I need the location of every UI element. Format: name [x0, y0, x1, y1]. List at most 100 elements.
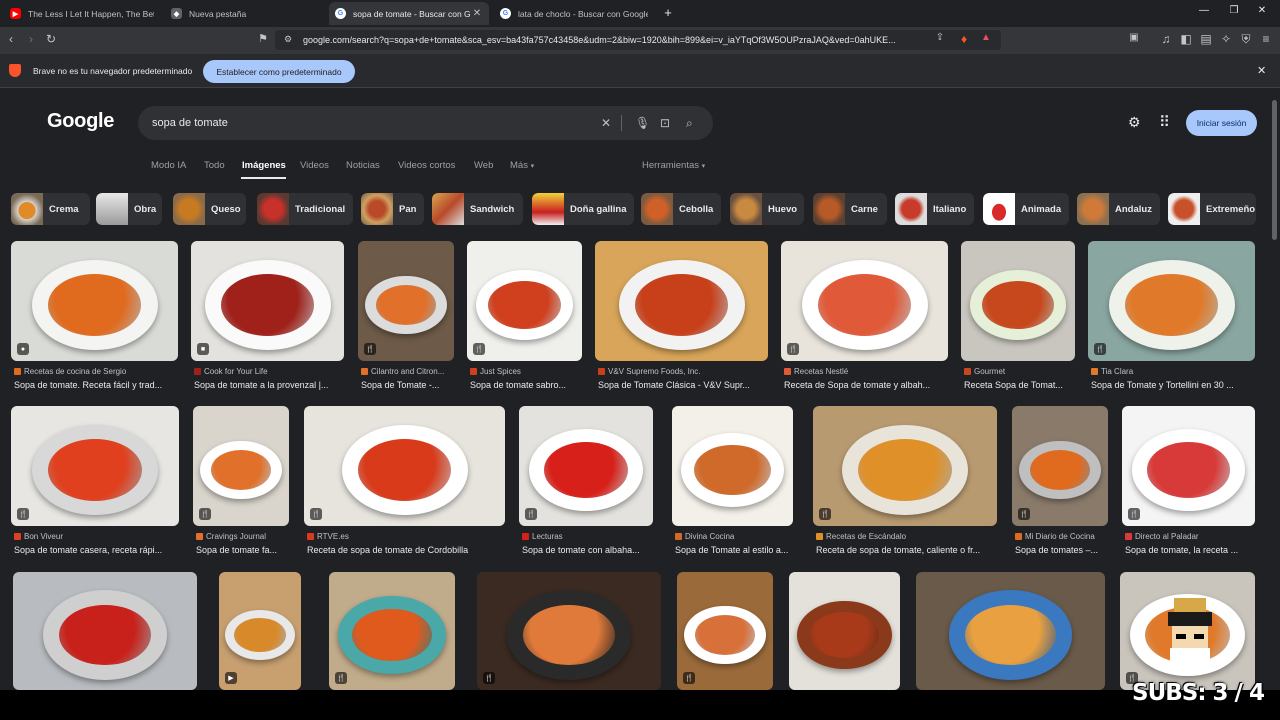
- apps-grid-icon[interactable]: ⠿: [1159, 113, 1170, 131]
- vpn-icon[interactable]: ⛨: [1238, 32, 1254, 47]
- result-thumbnail[interactable]: 🍴: [1012, 406, 1108, 526]
- result-title[interactable]: Sopa de Tomate al estilo a...: [675, 545, 804, 555]
- google-logo[interactable]: Google: [47, 110, 114, 133]
- close-tab-icon[interactable]: ✕: [471, 8, 483, 19]
- result-thumbnail[interactable]: [595, 241, 768, 361]
- tab-new[interactable]: ◆ Nueva pestaña: [165, 2, 323, 25]
- tab-videos[interactable]: Videos: [300, 160, 329, 171]
- result-title[interactable]: Receta de sopa de tomate, caliente o fr.…: [816, 545, 1008, 555]
- result-source[interactable]: Cravings Journal: [196, 532, 292, 541]
- chip-extremeno[interactable]: Extremeño: [1168, 193, 1256, 225]
- result-source[interactable]: Lecturas: [522, 532, 656, 541]
- tab-choclo[interactable]: G lata de choclo - Buscar con Google: [494, 2, 654, 25]
- result-thumbnail[interactable]: 🍴: [193, 406, 289, 526]
- result-title[interactable]: Sopa de Tomate y Tortellini en 30 ...: [1091, 380, 1266, 390]
- site-info-icon[interactable]: ⚙: [280, 34, 296, 45]
- result-thumbnail[interactable]: ●: [11, 241, 178, 361]
- chip-italiano[interactable]: Italiano: [895, 193, 974, 225]
- wallet-icon[interactable]: ▤: [1198, 32, 1214, 46]
- share-icon[interactable]: ⇪: [932, 32, 948, 43]
- tab-mas[interactable]: Más ▾: [510, 160, 534, 171]
- chip-crema[interactable]: Crema: [11, 193, 90, 225]
- result-source[interactable]: Divina Cocina: [675, 532, 796, 541]
- chip-animada[interactable]: Animada: [983, 193, 1069, 225]
- result-source[interactable]: Recetas Nestlé: [784, 367, 951, 376]
- reader-icon[interactable]: ▣: [1126, 32, 1142, 43]
- result-title[interactable]: Sopa de tomate a la provenzal |...: [194, 380, 355, 390]
- result-thumbnail[interactable]: 🍴: [477, 572, 661, 690]
- result-title[interactable]: Sopa de tomate casera, receta rápi...: [14, 545, 190, 555]
- chip-andaluz[interactable]: Andaluz: [1077, 193, 1160, 225]
- chip-sandwich[interactable]: Sandwich: [432, 193, 523, 225]
- result-thumbnail[interactable]: 🍴: [329, 572, 455, 690]
- result-source[interactable]: Cilantro and Citron...: [361, 367, 457, 376]
- tab-todo[interactable]: Todo: [204, 160, 225, 171]
- chip-tradicional[interactable]: Tradicional: [257, 193, 353, 225]
- address-bar[interactable]: google.com/search?q=sopa+de+tomate&sca_e…: [275, 30, 1001, 50]
- result-source[interactable]: RTVE.es: [307, 532, 508, 541]
- result-title[interactable]: Receta Sopa de Tomat...: [964, 380, 1086, 390]
- result-thumbnail[interactable]: ■: [191, 241, 344, 361]
- result-source[interactable]: Mi Diario de Cocina: [1015, 532, 1111, 541]
- result-title[interactable]: Sopa de tomate. Receta fácil y trad...: [14, 380, 189, 390]
- result-source[interactable]: Recetas de Escándalo: [816, 532, 1000, 541]
- result-title[interactable]: Sopa de tomate fa...: [196, 545, 300, 555]
- chip-dona-gallina[interactable]: Doña gallina: [532, 193, 634, 225]
- result-title[interactable]: Sopa de Tomate Clásica - V&V Supr...: [598, 380, 779, 390]
- new-tab-icon[interactable]: +: [658, 5, 678, 20]
- infobar-close-icon[interactable]: ✕: [1257, 64, 1266, 77]
- result-thumbnail[interactable]: 🍴: [467, 241, 582, 361]
- music-icon[interactable]: ♫: [1158, 32, 1174, 46]
- brave-rewards-icon[interactable]: ▲: [978, 32, 994, 43]
- result-thumbnail[interactable]: [916, 572, 1105, 690]
- brave-shields-icon[interactable]: ♦: [956, 32, 972, 46]
- result-title[interactable]: Sopa de tomate sabro...: [470, 380, 593, 390]
- chip-queso[interactable]: Queso: [173, 193, 246, 225]
- back-icon[interactable]: ‹: [3, 32, 19, 46]
- chip-carne[interactable]: Carne: [813, 193, 887, 225]
- result-source[interactable]: Tia Clara: [1091, 367, 1258, 376]
- clear-search-icon[interactable]: ✕: [601, 116, 611, 130]
- result-source[interactable]: Just Spices: [470, 367, 585, 376]
- result-thumbnail[interactable]: 🍴: [813, 406, 997, 526]
- result-source[interactable]: Cook for Your Life: [194, 367, 347, 376]
- set-default-button[interactable]: Establecer como predeterminado: [203, 60, 355, 83]
- chip-obra[interactable]: Obra: [96, 193, 162, 225]
- tab-web[interactable]: Web: [474, 160, 493, 171]
- result-thumbnail[interactable]: [672, 406, 793, 526]
- result-source[interactable]: Recetas de cocina de Sergio: [14, 367, 181, 376]
- result-thumbnail[interactable]: 🍴: [781, 241, 948, 361]
- tab-noticias[interactable]: Noticias: [346, 160, 380, 171]
- result-thumbnail[interactable]: 🍴: [677, 572, 773, 690]
- result-source[interactable]: Gourmet: [964, 367, 1078, 376]
- bookmark-icon[interactable]: ⚑: [255, 32, 271, 45]
- result-title[interactable]: Sopa de tomate con albaha...: [522, 545, 664, 555]
- chip-pan[interactable]: Pan: [361, 193, 424, 225]
- page-scrollbar[interactable]: [1272, 100, 1277, 240]
- result-thumbnail[interactable]: 🍴: [11, 406, 179, 526]
- result-source[interactable]: V&V Supremo Foods, Inc.: [598, 367, 771, 376]
- menu-icon[interactable]: ≡: [1258, 32, 1274, 46]
- tab-imagenes[interactable]: Imágenes: [242, 160, 286, 171]
- result-source[interactable]: Bon Viveur: [14, 532, 182, 541]
- forward-icon[interactable]: ›: [23, 32, 39, 46]
- result-thumbnail[interactable]: 🍴: [1122, 406, 1255, 526]
- result-thumbnail[interactable]: [961, 241, 1075, 361]
- result-title[interactable]: Sopa de tomates –...: [1015, 545, 1119, 555]
- tab-youtube[interactable]: ▶ The Less I Let It Happen, The Bett: [4, 2, 160, 25]
- result-title[interactable]: Receta de sopa de tomate de Cordobilla: [307, 545, 516, 555]
- tab-videos-cortos[interactable]: Videos cortos: [398, 160, 455, 171]
- result-thumbnail[interactable]: 🍴: [358, 241, 454, 361]
- result-thumbnail[interactable]: [13, 572, 197, 690]
- result-title[interactable]: Sopa de Tomate -...: [361, 380, 465, 390]
- tab-modo-ia[interactable]: Modo IA: [151, 160, 186, 171]
- result-thumbnail[interactable]: 🍴: [1088, 241, 1255, 361]
- sign-in-button[interactable]: Iniciar sesión: [1186, 110, 1257, 136]
- tab-sopa-active[interactable]: G sopa de tomate - Buscar con Go ✕: [329, 2, 489, 25]
- search-icon[interactable]: ⌕: [686, 116, 693, 131]
- result-thumbnail[interactable]: [789, 572, 900, 690]
- reload-icon[interactable]: ↻: [43, 32, 59, 46]
- chip-huevo[interactable]: Huevo: [730, 193, 804, 225]
- result-title[interactable]: Sopa de tomate, la receta ...: [1125, 545, 1266, 555]
- settings-icon[interactable]: ⚙: [1128, 114, 1141, 131]
